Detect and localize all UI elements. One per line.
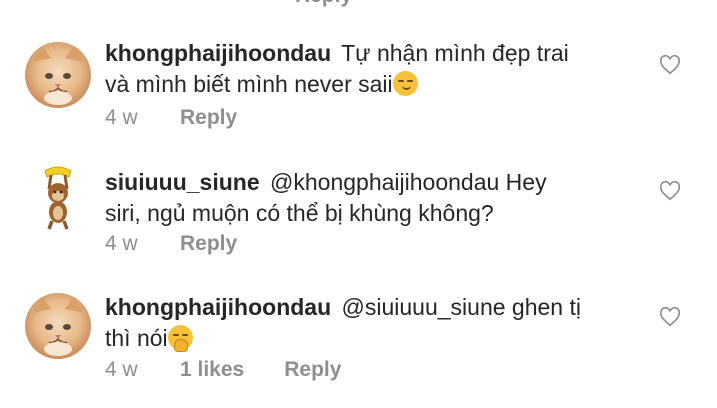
comment-text-line1: @siuiuuu_siune ghen tị [341, 294, 581, 320]
like-heart-icon[interactable] [659, 306, 681, 328]
likes-count[interactable]: 1 likes [180, 358, 244, 382]
comment-body: khongphaijihoondau @siuiuuu_siune ghen t… [105, 292, 625, 354]
comment-text-line1: @khongphaijihoondau Hey [270, 169, 547, 195]
comment-text-line1: Tự nhận mình đẹp trai [341, 40, 569, 66]
reply-button[interactable]: Reply [180, 106, 237, 130]
comment-username[interactable]: khongphaijihoondau [105, 294, 331, 320]
previous-comment-meta: Reply [105, 0, 352, 8]
comment-meta: 4 w 1 likes Reply [105, 358, 341, 382]
comment-username[interactable]: siuiuuu_siune [105, 169, 260, 195]
like-heart-icon[interactable] [659, 54, 681, 76]
comment-username[interactable]: khongphaijihoondau [105, 40, 331, 66]
smirking-face-icon [392, 71, 418, 96]
shushing-face-icon [167, 325, 193, 352]
comment-time: 4 w [105, 106, 138, 129]
reply-button[interactable]: Reply [180, 232, 237, 256]
reply-button[interactable]: Reply [295, 0, 352, 8]
comment-time: 4 w [105, 358, 138, 381]
comment-meta: 4 w Reply [105, 106, 237, 130]
like-heart-icon[interactable] [659, 180, 681, 202]
comment-text-line2: siri, ngủ muộn có thể bị khùng không? [105, 200, 494, 226]
avatar[interactable] [25, 165, 91, 231]
avatar[interactable] [25, 293, 91, 359]
comment-text-line2: thì nói [105, 325, 168, 351]
reply-button[interactable]: Reply [284, 358, 341, 382]
comment-time: 4 w [105, 232, 138, 255]
avatar[interactable] [25, 42, 91, 108]
comment-meta: 4 w Reply [105, 232, 237, 256]
comment-body: khongphaijihoondau Tự nhận mình đẹp trai… [105, 38, 625, 100]
comment-text-line2: và mình biết mình never saii [105, 71, 393, 97]
comment-body: siuiuuu_siune @khongphaijihoondau Hey si… [105, 167, 625, 229]
